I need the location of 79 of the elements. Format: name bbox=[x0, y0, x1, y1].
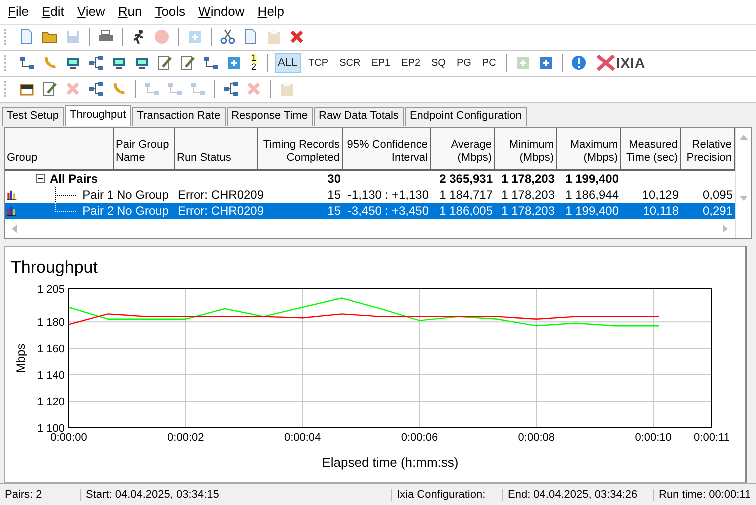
logo: IXIA bbox=[596, 55, 646, 72]
table-cell: 1 178,203 bbox=[502, 204, 555, 218]
filter-button[interactable]: PG bbox=[454, 54, 474, 73]
x-tick-label: 0:00:00 bbox=[50, 432, 88, 444]
table-cell: 0,095 bbox=[702, 188, 733, 202]
menu-item[interactable]: Edit bbox=[38, 4, 74, 20]
table-cell: 1 178,203 bbox=[502, 188, 555, 202]
column-header[interactable]: 95% Confidence Interval bbox=[343, 128, 431, 170]
status-text: Pairs: 2 bbox=[0, 488, 81, 501]
table-cell: No Group bbox=[117, 204, 170, 218]
menu-item[interactable]: Tools bbox=[151, 4, 195, 20]
y-tick-label: 1 205 bbox=[37, 284, 65, 296]
status-text: Start: 04.04.2025, 03:34:15 bbox=[81, 488, 392, 501]
table-cell: 1 199,400 bbox=[566, 172, 619, 186]
x-tick-label: 0:00:08 bbox=[518, 432, 555, 444]
table-cell: 10,118 bbox=[643, 204, 679, 218]
filter-button[interactable]: PC bbox=[479, 54, 500, 73]
filter-button[interactable]: TCP bbox=[306, 54, 332, 73]
table-cell: 0,291 bbox=[702, 204, 733, 218]
group-name: Pair 1 bbox=[82, 188, 114, 202]
table-cell: -3,450 : +3,450 bbox=[348, 204, 429, 218]
column-header[interactable]: Pair Group Name bbox=[114, 128, 175, 170]
y-tick-label: 1 180 bbox=[37, 316, 65, 329]
group-name: All Pairs bbox=[50, 172, 98, 186]
collapse-toggle[interactable] bbox=[36, 174, 45, 184]
x-tick-label: 0:00:04 bbox=[284, 432, 322, 444]
table-cell: No Group bbox=[117, 188, 170, 202]
table-cell: 15 bbox=[328, 188, 341, 202]
x-tick-label: 0:00:06 bbox=[401, 432, 438, 444]
table-cell: 1 186,005 bbox=[440, 204, 493, 218]
group-name: Pair 2 bbox=[82, 204, 114, 218]
column-header[interactable]: Measured Time (sec) bbox=[621, 128, 681, 170]
table-cell: 30 bbox=[328, 172, 341, 186]
chart-title: Throughput bbox=[11, 258, 98, 277]
tab[interactable]: Throughput bbox=[64, 104, 132, 126]
column-header[interactable]: Group bbox=[5, 128, 114, 170]
column-header[interactable]: Minimum (Mbps) bbox=[495, 128, 557, 170]
table-cell: Error: CHR0209 bbox=[178, 204, 264, 218]
y-axis-title: Mbps bbox=[14, 343, 28, 373]
column-header[interactable]: Maximum (Mbps) bbox=[557, 128, 621, 170]
filter-button[interactable]: EP1 bbox=[368, 54, 394, 73]
x-tick-label: 0:00:10 bbox=[635, 432, 672, 444]
table-cell: -1,130 : +1,130 bbox=[348, 188, 429, 202]
filter-button[interactable]: SQ bbox=[428, 54, 449, 73]
table-cell: 1 199,400 bbox=[566, 204, 619, 218]
table-cell: 2 365,931 bbox=[440, 172, 493, 186]
numbers-button[interactable]: 1 2 bbox=[247, 53, 261, 74]
table-cell: 1 186,944 bbox=[566, 188, 619, 202]
tab[interactable]: Endpoint Configuration bbox=[404, 106, 527, 126]
menu-item[interactable]: File bbox=[4, 4, 38, 20]
x-tick-label: 0:00:02 bbox=[168, 432, 204, 444]
table-cell: 1 178,203 bbox=[502, 172, 555, 186]
y-tick-label: 1 140 bbox=[37, 370, 65, 382]
tab[interactable]: Test Setup bbox=[2, 106, 64, 126]
tab[interactable]: Raw Data Totals bbox=[314, 106, 404, 126]
y-tick-label: 1 160 bbox=[37, 343, 65, 356]
x-axis-title: Elapsed time (h:mm:ss) bbox=[322, 454, 459, 470]
table-cell: 15 bbox=[328, 204, 341, 218]
menu-item[interactable]: Window bbox=[194, 4, 254, 20]
filter-button[interactable]: SCR bbox=[336, 54, 364, 73]
column-header[interactable]: Average (Mbps) bbox=[431, 128, 495, 170]
column-header[interactable]: Timing Records Completed bbox=[258, 128, 343, 170]
column-header[interactable]: Relative Precision bbox=[681, 128, 735, 170]
status-text: Run time: 00:00:11 bbox=[654, 488, 756, 501]
filter-button[interactable]: EP2 bbox=[398, 54, 424, 73]
status-text: Ixia Configuration: bbox=[392, 488, 503, 501]
tab[interactable]: Response Time bbox=[226, 106, 314, 126]
x-tick-label: 0:00:11 bbox=[694, 432, 730, 444]
column-header[interactable]: Run Status bbox=[175, 128, 258, 170]
table-cell: 1 184,717 bbox=[440, 188, 493, 202]
status-text: End: 04.04.2025, 03:34:26 bbox=[503, 488, 654, 501]
filter-button[interactable]: ALL bbox=[275, 53, 301, 74]
menu-item[interactable]: Help bbox=[254, 4, 294, 20]
y-tick-label: 1 120 bbox=[37, 396, 65, 408]
menu-item[interactable]: View bbox=[73, 4, 114, 20]
menu-item[interactable]: Run bbox=[114, 4, 152, 20]
table-cell: Error: CHR0209 bbox=[178, 188, 264, 202]
table-cell: 10,129 bbox=[642, 188, 679, 202]
tab[interactable]: Transaction Rate bbox=[132, 106, 226, 126]
